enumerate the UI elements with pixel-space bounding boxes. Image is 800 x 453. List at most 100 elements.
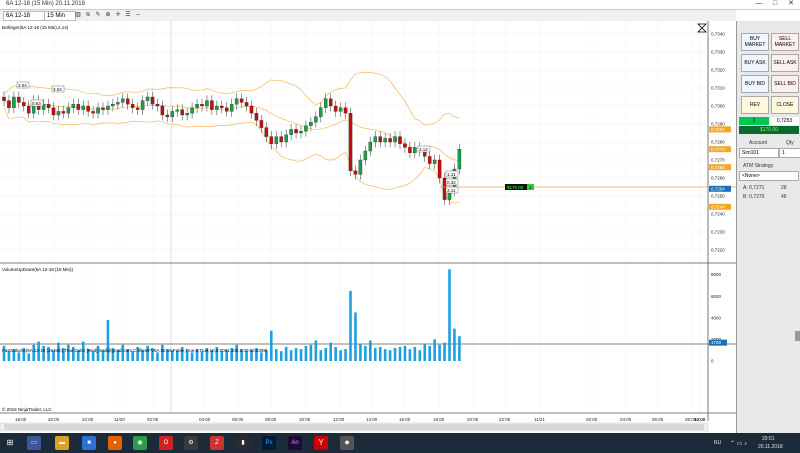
candle-body	[7, 100, 11, 108]
store-icon[interactable]: ■	[82, 436, 96, 450]
candle-body	[363, 150, 368, 161]
candle-body	[413, 147, 417, 153]
price-tick-label: 0,7300	[711, 104, 725, 109]
candle-body	[86, 105, 90, 112]
instrument-selector[interactable]: 6A 12-18	[3, 11, 45, 21]
candle-body	[239, 98, 244, 103]
yandex-icon[interactable]: Y	[314, 436, 328, 450]
clock-time[interactable]: 20:51	[762, 436, 775, 442]
atm-strategy-select[interactable]: <None>	[739, 171, 799, 181]
time-tick-label: 20:00	[467, 417, 479, 422]
volume-bar	[270, 330, 273, 361]
candle-body	[358, 159, 363, 175]
qty-input[interactable]: 1	[779, 148, 800, 158]
bar-chart-icon[interactable]: ▥	[74, 11, 82, 19]
scrollbar-thumb	[4, 424, 704, 430]
candle-body	[150, 96, 155, 105]
minimize-button[interactable]: —	[752, 0, 766, 9]
volume-bar	[17, 352, 21, 361]
panel-scroll-handle[interactable]	[795, 331, 800, 341]
time-tick-label: 12:00	[333, 417, 345, 422]
candle-body	[200, 104, 204, 107]
volume-bar	[304, 345, 308, 361]
candle-body	[432, 159, 437, 164]
candle-body	[215, 105, 219, 110]
animate-icon[interactable]: An	[288, 436, 302, 450]
start-icon[interactable]: ⊞	[3, 436, 17, 450]
candle-body	[130, 104, 135, 108]
volume-bar	[383, 349, 387, 361]
indicators-icon[interactable]: ≋	[84, 11, 92, 19]
volume-tick-label: 6000	[711, 294, 722, 299]
tray-icons[interactable]: ⌃ ▭ ♪	[730, 440, 747, 447]
trade-tag-6: 0.32	[447, 180, 456, 185]
firefox-icon[interactable]: ●	[108, 436, 122, 450]
buy-ask-button[interactable]: BUY ASK	[741, 54, 769, 72]
copyright-text: © 2018 NinjaTrader, LLC	[2, 406, 52, 412]
price-marker-label: 0,7266	[711, 165, 725, 170]
interval-selector[interactable]: 15 Min	[44, 11, 76, 21]
position-pnl: $170.00	[739, 126, 799, 134]
candle-body	[333, 105, 338, 112]
candle-body	[437, 159, 442, 179]
volume-bar	[314, 340, 318, 361]
qty-label: Qty	[786, 140, 794, 146]
reverse-button[interactable]: REV	[741, 96, 769, 114]
crosshair-icon[interactable]: ✛	[114, 11, 122, 19]
zoom-icon[interactable]: ⊕	[104, 11, 112, 19]
candle-body	[244, 102, 249, 107]
close-position-button[interactable]: CLOSE	[771, 96, 799, 114]
filezilla-icon[interactable]: Z	[210, 436, 224, 450]
sell-bid-button[interactable]: SELL BID	[771, 75, 799, 93]
candle-body	[106, 105, 110, 110]
volume-bar	[453, 328, 456, 361]
close-window-button[interactable]: ✕	[784, 0, 798, 9]
window-title: 6A 12-18 (15 Min) 20.11.2018	[6, 1, 85, 7]
volume-bar	[403, 345, 407, 361]
sell-ask-button[interactable]: SELL ASK	[771, 54, 799, 72]
photoshop-icon[interactable]: Ps	[262, 436, 276, 450]
candle-body	[234, 98, 239, 105]
title-bar: 6A 12-18 (15 Min) 20.11.2018 — □ ✕	[0, 0, 800, 10]
price-tick-label: 0,7270	[711, 158, 725, 163]
file-explorer-icon[interactable]: ▬	[55, 436, 69, 450]
volume-bar	[433, 339, 436, 361]
price-tick-label: 0,7240	[711, 212, 725, 217]
position-avg-price: 0,7253	[770, 117, 799, 125]
ninjatrader-icon[interactable]: ◆	[340, 436, 354, 450]
account-select[interactable]: Sim101	[739, 148, 779, 158]
properties-icon[interactable]: ☰	[124, 11, 132, 19]
settings-gear-icon[interactable]: ⚙	[184, 436, 198, 450]
language-indicator[interactable]: RU	[714, 440, 721, 446]
price-tick-label: 0,7260	[711, 176, 725, 181]
position-qty: 1	[739, 117, 769, 125]
scroll-icon[interactable]: ⇔	[134, 11, 142, 19]
volume-bar	[359, 343, 362, 361]
chart-area[interactable]: $170.00 1 3.04 0.63 3.04 3.12 1.11 0.32 …	[0, 21, 736, 433]
maximize-button[interactable]: □	[768, 0, 782, 9]
opera-icon[interactable]: O	[159, 436, 173, 450]
price-tick-label: 0,7320	[711, 68, 725, 73]
draw-icon[interactable]: ✎	[94, 11, 102, 19]
buy-bid-button[interactable]: BUY BID	[741, 75, 769, 93]
candle-body	[323, 98, 328, 108]
candle-body	[457, 149, 462, 170]
time-tick-label: 18:00	[15, 417, 27, 422]
candle-body	[26, 105, 31, 114]
candle-body	[328, 98, 333, 107]
time-tick-label: 22:00	[499, 417, 511, 422]
time-tick-label: 02:00	[147, 417, 159, 422]
buy-market-button[interactable]: BUY MARKET	[741, 33, 769, 51]
volume-bar	[344, 349, 347, 361]
candle-body	[210, 100, 214, 110]
volume-bar	[309, 344, 313, 361]
task-view-icon[interactable]: ▭	[27, 436, 41, 450]
volume-bar	[373, 348, 377, 361]
sell-market-button[interactable]: SELL MARKET	[771, 33, 799, 51]
terminal-icon[interactable]: ▮	[236, 436, 250, 450]
clock-date[interactable]: 20.11.2018	[758, 444, 783, 450]
chrome-icon[interactable]: ◉	[133, 436, 147, 450]
candle-body	[319, 107, 323, 117]
candle-body	[205, 100, 209, 107]
candle-body	[22, 102, 26, 107]
